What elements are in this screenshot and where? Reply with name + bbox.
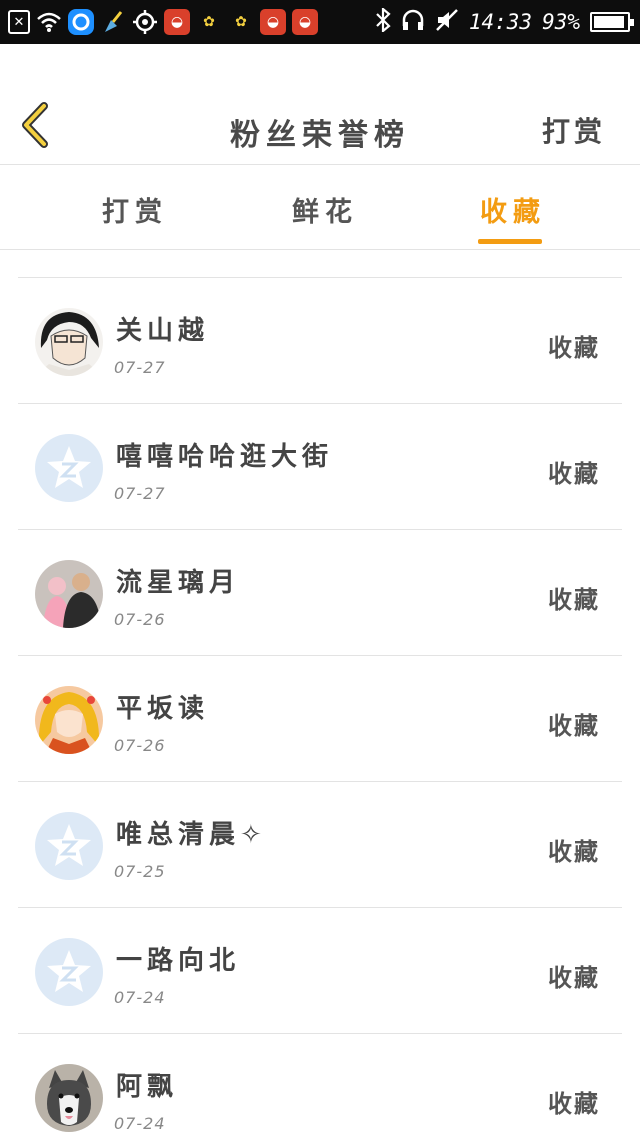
fan-date: 07-27 xyxy=(114,358,166,377)
red-app-icon: ◒ xyxy=(164,9,190,35)
fan-name: 唯总清晨✧ xyxy=(116,820,267,850)
broom-icon xyxy=(100,9,126,35)
bluetooth-icon xyxy=(375,6,391,36)
default-star-avatar xyxy=(35,938,103,1006)
nav-header: 粉丝荣誉榜 打赏 xyxy=(0,44,640,165)
fan-action: 收藏 xyxy=(548,712,600,740)
fan-name: 阿飘 xyxy=(116,1072,179,1102)
close-box-icon: ✕ xyxy=(8,10,30,34)
fan-list: 关山越 07-27 收藏 嘻嘻哈哈逛大街 07-27 收藏 流星璃月 07-26… xyxy=(18,277,622,1138)
list-item[interactable]: 一路向北 07-24 收藏 xyxy=(18,908,622,1034)
reward-button[interactable]: 打赏 xyxy=(542,110,606,150)
fan-name: 嘻嘻哈哈逛大街 xyxy=(116,442,334,472)
tab-indicator xyxy=(478,239,542,244)
fan-date: 07-26 xyxy=(114,736,166,755)
list-item[interactable]: 平坂读 07-26 收藏 xyxy=(18,656,622,782)
red-app-icon: ◒ xyxy=(260,9,286,35)
list-item[interactable]: 阿飘 07-24 收藏 xyxy=(18,1034,622,1138)
fan-date: 07-24 xyxy=(114,988,166,1007)
list-item[interactable]: 流星璃月 07-26 收藏 xyxy=(18,530,622,656)
fan-name: 平坂读 xyxy=(116,694,210,724)
status-bar: ✕ ◒ ✿ ✿ ◒ ◒ 14:33 93% xyxy=(0,0,640,44)
target-icon xyxy=(132,9,158,35)
fan-action: 收藏 xyxy=(548,1090,600,1118)
tab-bar: 打赏 鲜花 收藏 xyxy=(0,166,640,250)
fan-action: 收藏 xyxy=(548,586,600,614)
clock: 14:33 xyxy=(468,10,533,34)
fan-date: 07-24 xyxy=(114,1114,166,1133)
red-app-icon: ◒ xyxy=(292,9,318,35)
default-star-avatar xyxy=(35,812,103,880)
tab-reward[interactable]: 打赏 xyxy=(102,190,168,229)
bulb-icon: ✿ xyxy=(203,14,215,30)
family-photo-avatar xyxy=(35,560,103,628)
anime-boy-avatar xyxy=(35,308,103,376)
fan-name: 一路向北 xyxy=(116,946,241,976)
battery-percent: 93% xyxy=(542,10,580,34)
husky-dog-avatar xyxy=(35,1064,103,1132)
list-item[interactable]: 关山越 07-27 收藏 xyxy=(18,278,622,404)
system-icons: 14:33 93% xyxy=(375,6,634,38)
tab-favorites[interactable]: 收藏 xyxy=(480,190,546,229)
fan-action: 收藏 xyxy=(548,460,600,488)
fan-action: 收藏 xyxy=(548,964,600,992)
default-star-avatar xyxy=(35,434,103,502)
fan-action: 收藏 xyxy=(548,838,600,866)
fan-date: 07-26 xyxy=(114,610,166,629)
tab-flowers[interactable]: 鲜花 xyxy=(292,190,358,229)
battery-icon xyxy=(590,12,634,32)
notification-icons: ✕ ◒ ✿ ✿ ◒ ◒ xyxy=(8,6,318,38)
headphones-icon xyxy=(401,8,425,36)
fan-date: 07-25 xyxy=(114,862,166,881)
list-item[interactable]: 唯总清晨✧ 07-25 收藏 xyxy=(18,782,622,908)
anime-girl-avatar xyxy=(35,686,103,754)
fan-action: 收藏 xyxy=(548,334,600,362)
bulb-icon: ✿ xyxy=(235,14,247,30)
wifi-icon xyxy=(36,9,62,35)
fan-name: 流星璃月 xyxy=(116,568,241,598)
blue-app-icon xyxy=(68,9,94,35)
mute-icon xyxy=(435,8,459,36)
fan-date: 07-27 xyxy=(114,484,166,503)
list-item[interactable]: 嘻嘻哈哈逛大街 07-27 收藏 xyxy=(18,404,622,530)
fan-name: 关山越 xyxy=(116,316,210,346)
